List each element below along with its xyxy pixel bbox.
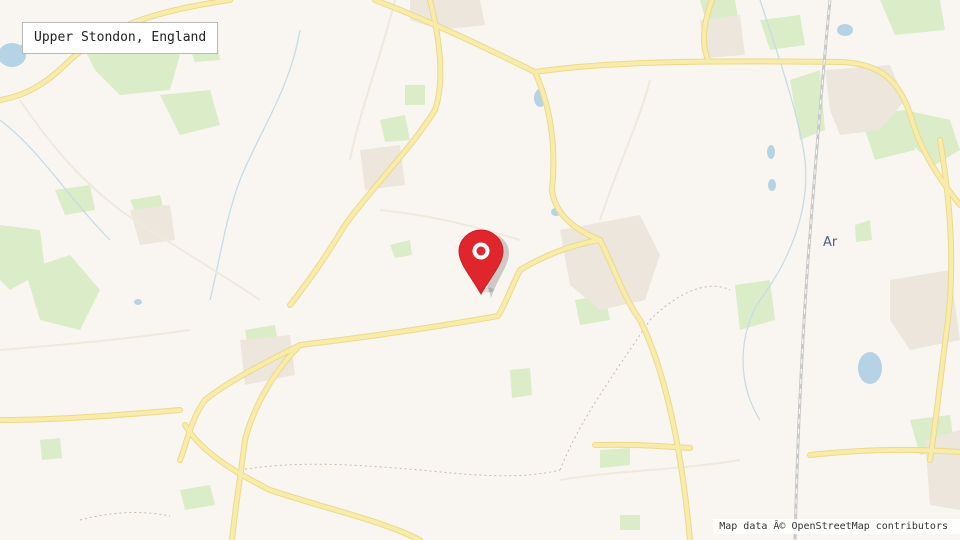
map-canvas[interactable]: Ar (0, 0, 960, 540)
location-name-label: Upper Stondon, England (22, 22, 219, 54)
town-label: Ar (823, 235, 838, 250)
map-attribution: Map data Â© OpenStreetMap contributors (713, 519, 960, 534)
